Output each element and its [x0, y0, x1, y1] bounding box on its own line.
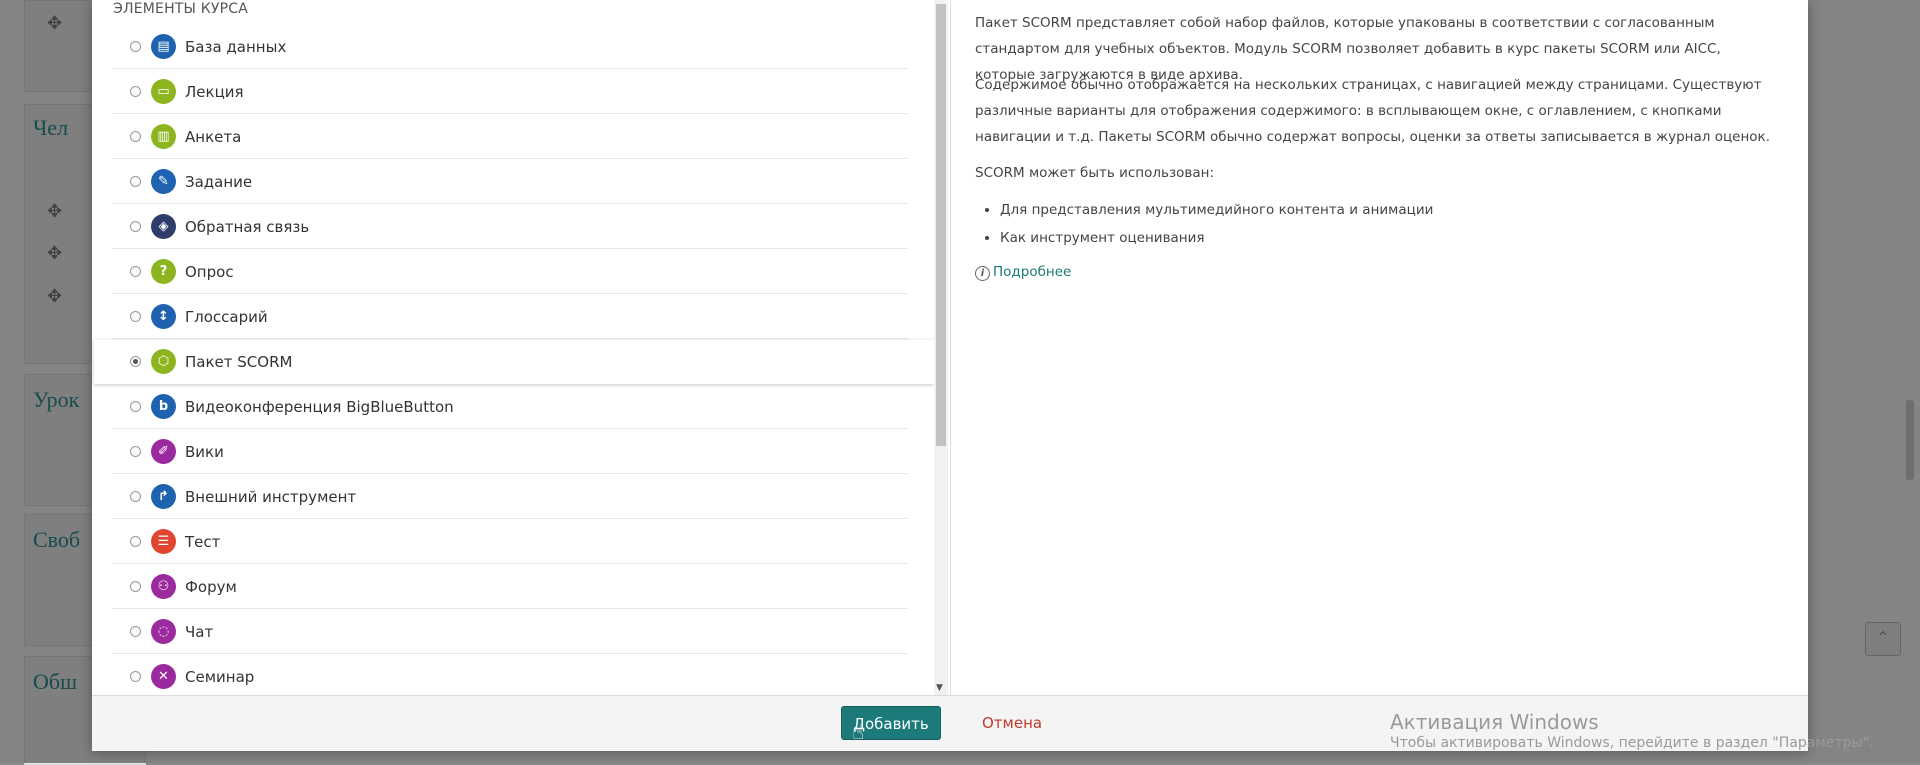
scrollbar-thumb[interactable]	[936, 4, 946, 446]
scroll-down-arrow-icon[interactable]: ▼	[936, 683, 943, 693]
activity-radio[interactable]	[130, 401, 141, 412]
windows-activation-subtitle: Чтобы активировать Windows, перейдите в …	[1390, 735, 1874, 751]
activity-radio[interactable]	[130, 176, 141, 187]
activity-label: Пакет SCORM	[185, 353, 293, 371]
info-icon: i	[975, 266, 990, 281]
activity-option[interactable]: ☰ Тест	[112, 520, 908, 564]
list-scrollbar[interactable]: ▼	[934, 0, 948, 695]
activity-radio[interactable]	[130, 311, 141, 322]
activity-radio[interactable]	[130, 626, 141, 637]
activity-option[interactable]: ▤ База данных	[112, 25, 908, 69]
activity-label: Задание	[185, 173, 253, 191]
bigbluebutton-icon: b	[151, 394, 176, 419]
activity-radio[interactable]	[130, 41, 141, 52]
wiki-icon: ✐	[151, 439, 176, 464]
activity-radio[interactable]	[130, 221, 141, 232]
activity-list-pane: ЭЛЕМЕНТЫ КУРСА ▤ База данных ▭ Лекция ▥ Анкет…	[92, 0, 951, 695]
activity-radio[interactable]	[130, 671, 141, 682]
more-info-link[interactable]: i Подробнее	[975, 264, 1071, 281]
description-paragraph: Содержимое обычно отображается на нескол…	[975, 77, 1770, 145]
list-item: Для представления мультимедийного контен…	[1000, 196, 1433, 224]
assignment-icon: ✎	[151, 169, 176, 194]
activity-description-pane: Пакет SCORM представляет собой набор фай…	[951, 0, 1808, 695]
activity-option[interactable]: ◈ Обратная связь	[112, 205, 908, 249]
activity-option[interactable]: ⚇ Форум	[112, 565, 908, 609]
activity-option[interactable]: ◌ Чат	[112, 610, 908, 654]
activity-label: Вики	[185, 443, 224, 461]
activity-radio[interactable]	[130, 131, 141, 142]
activity-option[interactable]: ▥ Анкета	[112, 115, 908, 159]
activity-radio[interactable]	[130, 356, 141, 367]
activity-label: Тест	[185, 533, 221, 551]
activity-option[interactable]: ? Опрос	[112, 250, 908, 294]
activity-option[interactable]: ↕ Глоссарий	[112, 295, 908, 339]
activity-label: Обратная связь	[185, 218, 310, 236]
activity-label: Анкета	[185, 128, 242, 146]
hand-cursor-icon: ☝	[852, 720, 865, 744]
activity-label: Семинар	[185, 668, 255, 686]
windows-activation-title: Активация Windows	[1390, 710, 1599, 734]
activity-label: Опрос	[185, 263, 234, 281]
external-tool-icon: ↱	[151, 484, 176, 509]
activity-option[interactable]: ✕ Семинар	[112, 655, 908, 695]
scorm-package-icon: ⬡	[151, 349, 176, 374]
activity-label: Форум	[185, 578, 237, 596]
activity-label: Чат	[185, 623, 214, 641]
activity-radio[interactable]	[130, 536, 141, 547]
more-info-label[interactable]: Подробнее	[993, 264, 1071, 280]
chat-icon: ◌	[151, 619, 176, 644]
activity-label: База данных	[185, 38, 287, 56]
activity-label: Лекция	[185, 83, 244, 101]
usage-list: Для представления мультимедийного контен…	[975, 196, 1433, 252]
activity-label: Глоссарий	[185, 308, 268, 326]
list-title: ЭЛЕМЕНТЫ КУРСА	[113, 1, 249, 17]
activity-radio[interactable]	[130, 86, 141, 97]
lesson-icon: ▭	[151, 79, 176, 104]
activity-radio[interactable]	[130, 266, 141, 277]
description-paragraph: SCORM может быть использован:	[975, 165, 1215, 181]
activity-option[interactable]: ⬡ Пакет SCORM	[94, 340, 934, 384]
glossary-icon: ↕	[151, 304, 176, 329]
activity-label: Внешний инструмент	[185, 488, 357, 506]
choice-icon: ?	[151, 259, 176, 284]
activity-option[interactable]: ✐ Вики	[112, 430, 908, 474]
activity-radio[interactable]	[130, 491, 141, 502]
quiz-icon: ☰	[151, 529, 176, 554]
feedback-icon: ◈	[151, 214, 176, 239]
activity-option[interactable]: ↱ Внешний инструмент	[112, 475, 908, 519]
survey-icon: ▥	[151, 124, 176, 149]
list-item: Как инструмент оценивания	[1000, 224, 1433, 252]
activity-chooser-dialog: ЭЛЕМЕНТЫ КУРСА ▤ База данных ▭ Лекция ▥ Анкет…	[92, 0, 1808, 751]
activity-option[interactable]: ▭ Лекция	[112, 70, 908, 114]
activity-radio[interactable]	[130, 581, 141, 592]
activity-radio[interactable]	[130, 446, 141, 457]
cancel-button[interactable]: Отмена	[982, 714, 1042, 732]
activity-option[interactable]: ✎ Задание	[112, 160, 908, 204]
workshop-icon: ✕	[151, 664, 176, 689]
database-icon: ▤	[151, 34, 176, 59]
activity-option[interactable]: b Видеоконференция BigBlueButton	[112, 385, 908, 429]
forum-icon: ⚇	[151, 574, 176, 599]
activity-label: Видеоконференция BigBlueButton	[185, 398, 454, 416]
